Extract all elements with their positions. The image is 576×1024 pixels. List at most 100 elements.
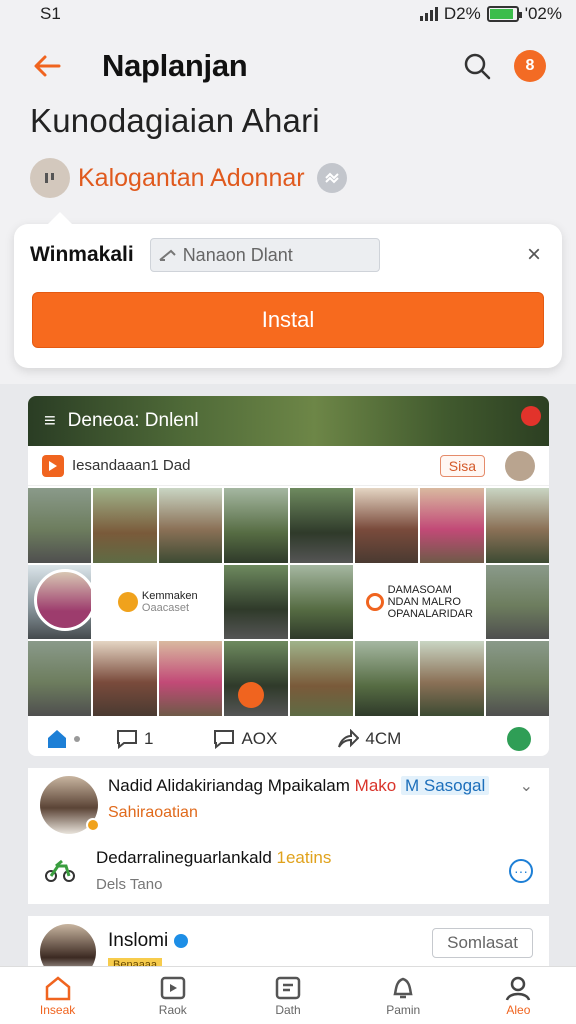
promo-text: DAMASOAM NDAN MALRO OPANALARIDAR [387, 583, 473, 620]
search-icon[interactable] [460, 49, 494, 83]
grid-image[interactable] [420, 641, 484, 716]
tag-label[interactable]: M Sasogal [400, 776, 490, 795]
grid-image[interactable] [485, 488, 549, 563]
list-item[interactable]: Nadid Alidakiriandag Mpaikalam Mako M Sa… [28, 768, 549, 904]
author-avatar[interactable] [30, 158, 70, 198]
whatsapp-icon[interactable] [507, 727, 531, 751]
grid-image[interactable] [289, 641, 353, 716]
grid-image[interactable] [289, 488, 353, 563]
nav-channel[interactable]: Dath [230, 967, 345, 1024]
play-icon[interactable] [42, 454, 64, 477]
verified-icon [174, 934, 189, 948]
promo-tile[interactable]: DAMASOAM NDAN MALRO OPANALARIDAR [354, 564, 484, 640]
home-icon [45, 975, 70, 1000]
page-title: Kunodagiaian Ahari [30, 102, 320, 139]
grid-image[interactable] [354, 641, 419, 716]
post-title: Deneoa: Dnlenl [67, 410, 199, 431]
grid-image[interactable] [158, 488, 223, 563]
menu-icon[interactable]: ≡ [44, 410, 56, 433]
avatar[interactable] [40, 776, 100, 834]
grid-image[interactable] [28, 641, 92, 716]
share-action[interactable]: 4CM [337, 729, 401, 749]
poster-avatar[interactable] [505, 450, 535, 481]
profile-avatar[interactable]: 8 [514, 50, 546, 82]
install-button[interactable]: Instal [32, 292, 544, 348]
grid-image[interactable] [420, 488, 484, 563]
list-item[interactable]: Inslomi Benaaaa Somlasat [28, 916, 549, 966]
status-dot [86, 818, 100, 832]
tag-label: Benaaaa [108, 958, 163, 966]
page-subtitle-row: Kalogantan Adonnar [30, 158, 347, 198]
list-item-title: Dedarralineguarlankald 1eatins [96, 848, 332, 867]
post-sub-label: Iesandaaan1 Dad [72, 457, 191, 474]
post-actions: 1 AOX 4CM [28, 722, 549, 756]
signal-icon [419, 7, 438, 21]
grid-image[interactable] [485, 564, 549, 640]
reply-count: AOX [241, 729, 278, 748]
nav-home[interactable]: Inseak [0, 967, 115, 1024]
home-icon [48, 730, 66, 748]
person-avatar [34, 568, 92, 631]
grid-image[interactable] [289, 564, 353, 640]
image-grid[interactable]: Kemmaken Oaacaset DAMASOAM NDAN MALRO OPANA… [28, 488, 549, 716]
avatar[interactable] [40, 924, 96, 966]
page-subtitle[interactable]: Kalogantan Adonnar [78, 164, 305, 193]
nav-video[interactable]: Raok [115, 967, 230, 1024]
notification-dot[interactable] [521, 406, 541, 426]
list-item-title: Nadid Alidakiriandag Mpaikalam Mako M Sa… [108, 776, 512, 796]
app-title: Naplanjan [102, 48, 248, 83]
reply-action[interactable]: AOX [213, 729, 277, 749]
nav-notifications[interactable]: Pamin [346, 967, 461, 1024]
motorcycle-icon [40, 851, 80, 891]
top-bar: Naplanjan 8 [0, 36, 576, 96]
chevron-down-icon[interactable]: ⌄ [520, 776, 533, 834]
nav-profile[interactable]: Aleo [461, 967, 576, 1024]
home-action[interactable] [46, 729, 80, 749]
install-field[interactable]: Nanaon Dlant [149, 238, 380, 272]
post-sub-header: Iesandaaan1 Dad Sisa [28, 446, 549, 486]
grid-image[interactable] [28, 564, 92, 640]
promo-tile[interactable]: Kemmaken Oaacaset [93, 564, 223, 640]
comment-count: 1 [144, 729, 154, 748]
bottom-nav: Inseak Raok Dath Pamin Aleo [0, 966, 576, 1024]
promo-text: Kemmaken Oaacaset [141, 589, 198, 614]
comment-icon [117, 730, 137, 749]
status-right: D2% '02% [419, 4, 562, 24]
post-header: ≡ Deneoa: Dnlenl [28, 396, 549, 446]
follow-button[interactable]: Somlasat [432, 928, 533, 958]
grid-image[interactable] [224, 564, 288, 640]
comment-action[interactable]: 1 [116, 729, 153, 749]
promo-logo-icon [365, 592, 384, 611]
battery-percent: D2% [443, 4, 481, 23]
feed: ≡ Deneoa: Dnlenl Iesandaaan1 Dad Sisa Ke… [0, 384, 576, 966]
edit-icon [159, 249, 176, 261]
reply-icon [214, 730, 235, 749]
channel-icon [275, 976, 301, 999]
grid-image[interactable] [93, 641, 157, 716]
status-left: S1 [40, 4, 61, 23]
back-arrow-icon[interactable] [30, 49, 64, 83]
install-field-value: Nanaon Dlant [182, 244, 293, 265]
grid-image[interactable] [485, 641, 549, 716]
close-icon[interactable]: × [522, 241, 546, 269]
badge-icon [316, 163, 347, 193]
list-item-sub: Sahiraoatian [108, 804, 198, 821]
grid-image[interactable] [28, 488, 92, 563]
record-icon[interactable] [238, 681, 265, 708]
grid-image[interactable] [224, 641, 288, 716]
battery-icon [486, 6, 522, 22]
promo-logo-icon [117, 591, 138, 612]
more-icon[interactable]: ··· [509, 858, 533, 883]
grid-image[interactable] [224, 488, 288, 563]
share-icon [338, 729, 360, 748]
grid-image[interactable] [158, 641, 223, 716]
install-label: Winmakali [30, 243, 134, 266]
grid-image[interactable] [354, 488, 419, 563]
sisa-button[interactable]: Sisa [439, 454, 485, 477]
post-card[interactable]: ≡ Deneoa: Dnlenl Iesandaaan1 Dad Sisa Ke… [28, 396, 549, 756]
grid-image[interactable] [93, 488, 157, 563]
video-icon [160, 976, 186, 999]
bell-icon [393, 977, 413, 998]
list-item-title: Inslomi [108, 930, 432, 952]
list-item-sub: Dels Tano [96, 876, 163, 893]
